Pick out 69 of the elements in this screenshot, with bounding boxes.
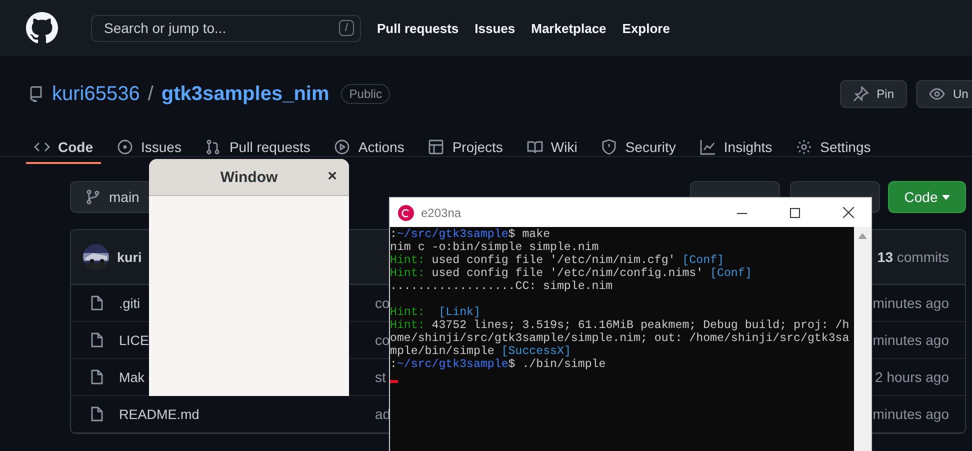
search-field[interactable]: Search or jump to... /	[91, 14, 361, 42]
terminal-line: mple/bin/simple [SuccessX]	[390, 345, 571, 358]
file-name[interactable]: README.md	[119, 406, 200, 422]
terminal-line: nim c -o:bin/simple simple.nim	[390, 241, 599, 254]
terminal-line: :~/src/gtk3sample$ make	[390, 228, 550, 241]
visibility-label: Public	[341, 84, 390, 104]
pin-button[interactable]: Pin	[840, 80, 907, 108]
repo-tab[interactable]: Issues	[109, 139, 190, 164]
text-cursor	[390, 380, 398, 383]
commit-time: 2 hours ago	[875, 369, 949, 385]
commit-time: minutes ago	[872, 406, 949, 422]
shortcut-key: /	[338, 20, 354, 36]
commit-time: minutes ago	[872, 332, 949, 348]
code-button[interactable]: Code	[888, 181, 966, 213]
repo-tab[interactable]: Actions	[326, 139, 412, 164]
octocat-logo[interactable]	[26, 12, 58, 44]
commit-time: minutes ago	[872, 295, 949, 311]
terminal-line: ..................CC: simple.nim	[390, 280, 613, 293]
circle-dot-icon	[117, 139, 133, 155]
repo-icon	[28, 86, 44, 102]
repo-tab[interactable]: Projects	[420, 139, 511, 164]
close-icon	[842, 207, 854, 218]
repo-tab[interactable]: Code	[26, 139, 101, 164]
terminal-line: ome/shinji/src/gtk3sample/simple.nim; out: /home/shinji/src/gtk3sa	[390, 332, 850, 345]
repo-tab[interactable]: Wiki	[518, 139, 586, 164]
repo-tab[interactable]: Pull requests	[197, 139, 318, 164]
maximize-icon	[790, 208, 800, 218]
terminal-line: Hint: used config file '/etc/nim/config.nims' [Conf]	[390, 267, 752, 280]
repo-tab[interactable]: Settings	[788, 139, 879, 164]
repo-tab[interactable]: Security	[593, 139, 684, 164]
eye-icon	[929, 86, 945, 102]
nav-link[interactable]: Pull requests	[377, 20, 459, 36]
shield-icon	[601, 139, 618, 155]
commit-message[interactable]: co	[375, 332, 390, 348]
file-icon	[89, 406, 105, 422]
terminal-line: Hint: 43752 lines; 3.519s; 61.16MiB peakmem; Debug build; proj: /h	[390, 319, 850, 332]
file-name[interactable]: Mak	[119, 370, 145, 384]
terminal-title: e203na	[421, 206, 462, 220]
file-name[interactable]: LICE	[119, 332, 150, 348]
terminal-line: Hint: [Link]	[390, 306, 480, 319]
play-icon	[334, 139, 350, 155]
file-icon	[89, 332, 105, 348]
path-separator: /	[148, 82, 154, 106]
file-name[interactable]: .giti	[119, 296, 140, 310]
terminal-line: Hint: used config file '/etc/nim/nim.cfg' [Conf]	[390, 254, 724, 267]
repo-tab[interactable]: Insights	[692, 139, 780, 164]
close-button[interactable]: ×	[326, 168, 339, 186]
scrollbar[interactable]	[854, 227, 871, 451]
commit-message[interactable]: co	[375, 295, 390, 311]
owner-link[interactable]: kuri65536	[52, 82, 140, 106]
window-title: Window	[220, 168, 278, 186]
watch-button[interactable]: Un	[916, 80, 972, 108]
pull-request-icon	[205, 139, 222, 155]
branch-icon	[85, 189, 101, 205]
graph-icon	[700, 139, 716, 155]
commit-count[interactable]: 13 commits	[877, 249, 949, 265]
pin-icon	[853, 86, 869, 102]
file-icon	[89, 295, 105, 311]
terminal-line: :~/src/gtk3sample$ ./bin/simple	[390, 358, 606, 371]
nav-link[interactable]: Marketplace	[531, 20, 606, 36]
commit-author[interactable]: kuri	[117, 250, 142, 264]
book-icon	[526, 139, 543, 155]
caret-icon	[942, 194, 950, 200]
nav-link[interactable]: Explore	[622, 20, 670, 36]
nav-link[interactable]: Issues	[474, 20, 516, 36]
table-icon	[428, 139, 444, 155]
file-icon	[89, 369, 105, 385]
repo-name-link[interactable]: gtk3samples_nim	[161, 82, 330, 106]
commit-message[interactable]: st	[375, 369, 386, 385]
